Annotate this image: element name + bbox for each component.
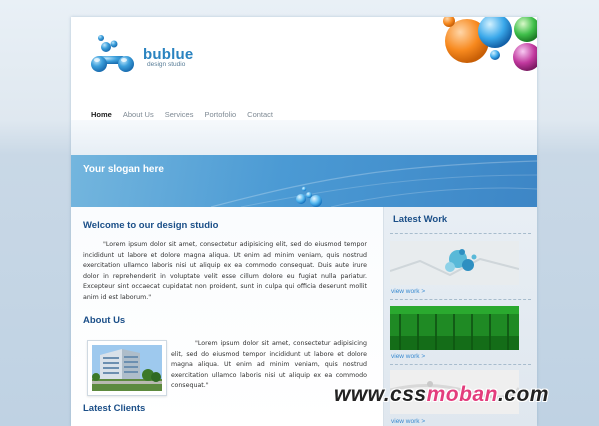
work-thumbnail-1[interactable] bbox=[390, 241, 519, 285]
brand-tagline: design studio bbox=[147, 61, 186, 68]
about-photo bbox=[87, 340, 167, 396]
divider bbox=[390, 299, 531, 300]
green-artwork-icon bbox=[390, 306, 519, 350]
nav-item-home[interactable]: Home bbox=[91, 110, 112, 119]
slogan-text: Your slogan here bbox=[83, 164, 164, 175]
view-work-link-1[interactable]: view work > bbox=[391, 288, 425, 295]
banner-swoosh-icon bbox=[210, 160, 537, 207]
splash-artwork-icon bbox=[390, 241, 519, 285]
site-header: bublue design studio Home About Us Servi… bbox=[71, 17, 537, 120]
logo-bubbles-icon[interactable] bbox=[88, 28, 138, 78]
view-work-link-3[interactable]: view work > bbox=[391, 418, 425, 425]
building-image-icon bbox=[92, 345, 162, 391]
about-title: About Us bbox=[83, 315, 126, 326]
watermark: www.cssmoban.com bbox=[334, 383, 549, 407]
welcome-title: Welcome to our design studio bbox=[83, 220, 219, 231]
main-nav: Home About Us Services Portofolio Contac… bbox=[91, 110, 273, 119]
clients-title: Latest Clients bbox=[83, 403, 146, 414]
nav-item-about-us[interactable]: About Us bbox=[123, 110, 154, 119]
page-container: bublue design studio Home About Us Servi… bbox=[71, 17, 537, 426]
watermark-prefix: www.css bbox=[334, 383, 427, 406]
nav-band bbox=[71, 120, 537, 155]
work-thumbnail-2[interactable] bbox=[390, 306, 519, 350]
divider bbox=[390, 233, 531, 234]
welcome-text: "Lorem ipsum dolor sit amet, consectetur… bbox=[83, 241, 367, 301]
watermark-suffix: .com bbox=[497, 383, 549, 406]
nav-item-portofolio[interactable]: Portofolio bbox=[204, 110, 236, 119]
slogan-banner: Your slogan here bbox=[71, 155, 537, 207]
divider bbox=[390, 364, 531, 365]
watermark-highlight: moban bbox=[426, 383, 498, 406]
nav-item-contact[interactable]: Contact bbox=[247, 110, 273, 119]
nav-item-services[interactable]: Services bbox=[165, 110, 194, 119]
decorative-bubbles-icon bbox=[443, 17, 537, 71]
view-work-link-2[interactable]: view work > bbox=[391, 353, 425, 360]
latest-work-title: Latest Work bbox=[393, 214, 448, 225]
